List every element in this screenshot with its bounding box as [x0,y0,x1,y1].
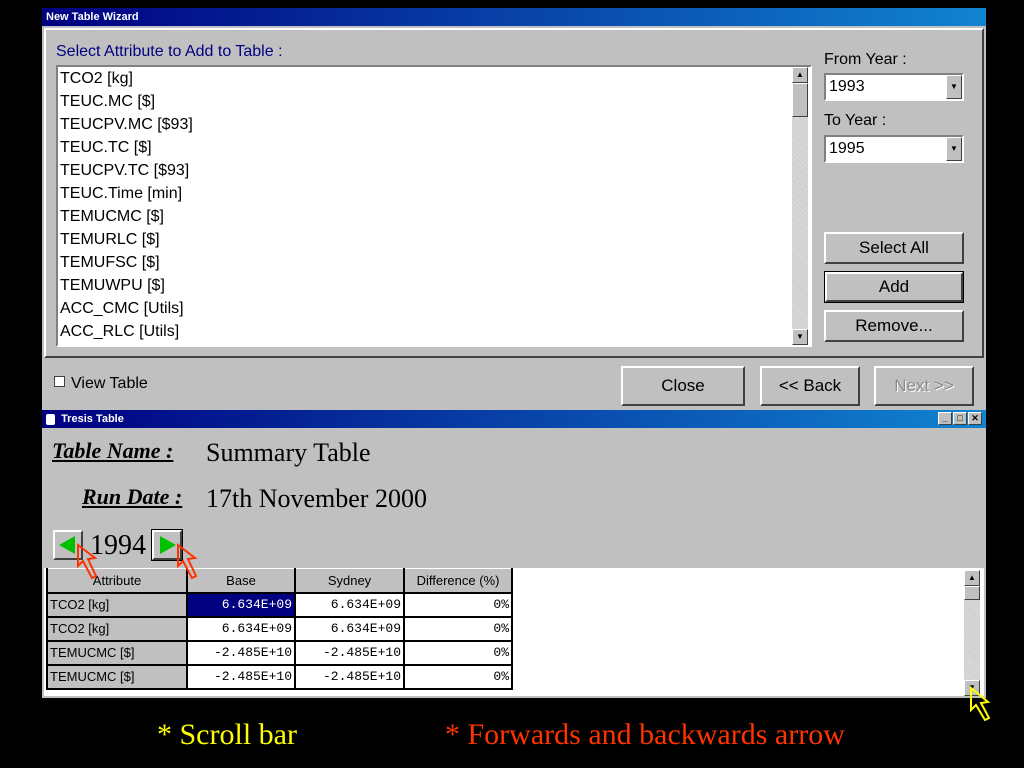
arrows-annotation: * Forwards and backwards arrow [445,718,845,751]
pointer-arrow-icon [77,542,98,580]
pointer-arrow-icon [970,685,991,722]
scroll-bar-annotation: * Scroll bar [157,718,297,751]
annotation-pointer-arrows [77,542,991,722]
pointer-arrow-icon [177,542,198,580]
